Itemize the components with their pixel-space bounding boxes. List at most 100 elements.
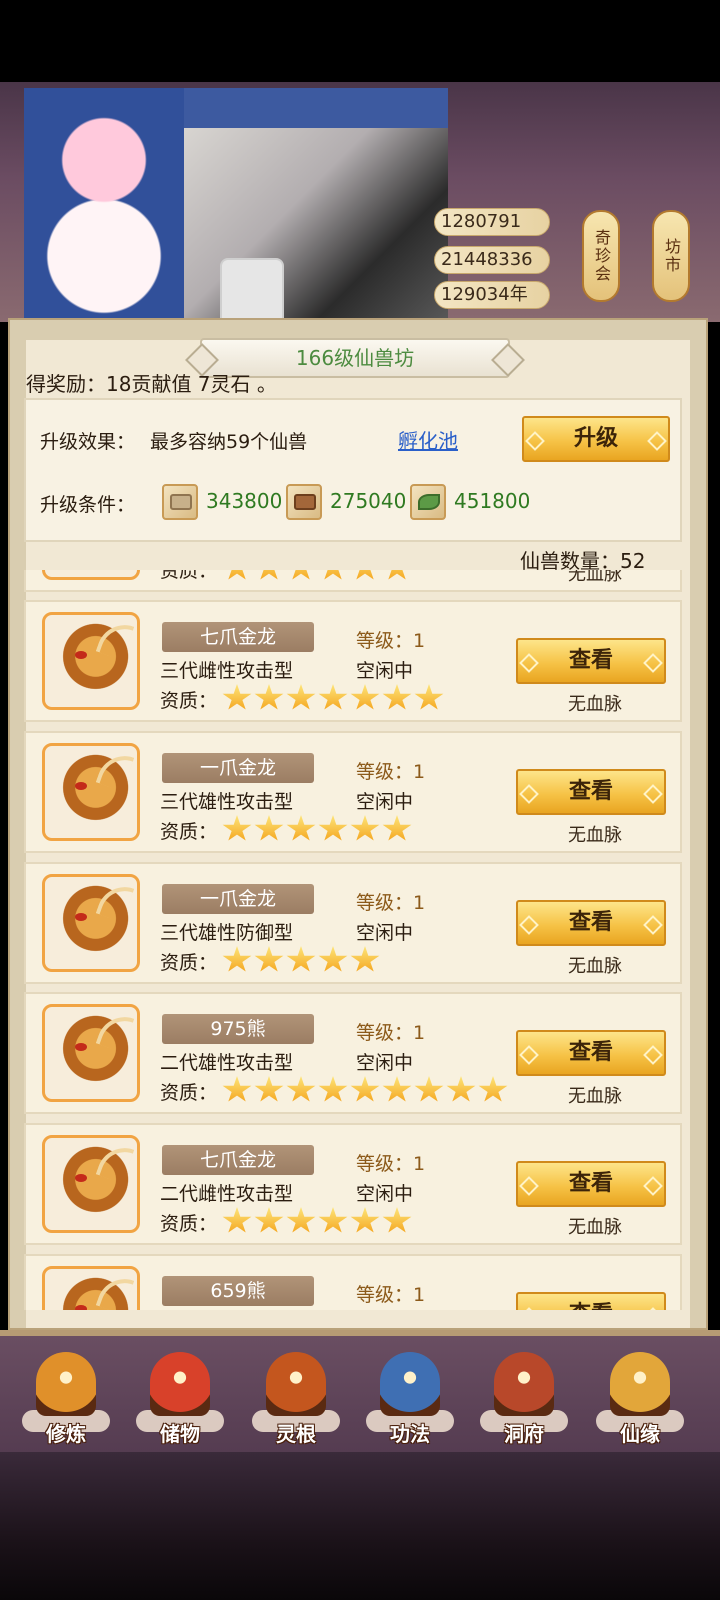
eye-shape: [75, 1043, 87, 1051]
beast-description: 三代雄性攻击型: [160, 791, 294, 813]
nav-label: 修炼: [46, 1422, 86, 1446]
quality-stars: [222, 815, 414, 845]
beast-card[interactable]: 975熊 等级：1 二代雄性攻击型 空闲中 资质： 查看 无血脉: [24, 992, 682, 1114]
anime-girl-image: [24, 88, 184, 328]
star-icon: [382, 815, 412, 841]
quality-stars: [222, 570, 414, 584]
beast-level: 等级：1: [356, 761, 426, 783]
quality-label: 资质：: [160, 821, 218, 843]
dragon-avatar-icon: [42, 743, 140, 841]
star-icon: [350, 570, 380, 580]
quality-label: 资质：: [160, 1213, 218, 1235]
view-button[interactable]: 查看: [516, 1292, 666, 1310]
star-icon: [382, 1076, 412, 1102]
star-icon: [222, 1076, 252, 1102]
upgrade-button[interactable]: 升级: [522, 416, 670, 462]
star-icon: [286, 1207, 316, 1233]
beast-level: 等级：1: [356, 1022, 426, 1044]
eye-shape: [75, 782, 87, 790]
star-icon: [350, 946, 380, 972]
beast-name: 975熊: [162, 1014, 314, 1044]
star-icon: [254, 684, 284, 710]
status-area: [0, 0, 720, 82]
wood-material-icon: [286, 484, 322, 520]
nav-item-technique-book[interactable]: 功法: [362, 1348, 458, 1452]
upgrade-button-label: 升级: [573, 426, 618, 451]
view-button[interactable]: 查看: [516, 1161, 666, 1207]
beast-description: 三代雄性防御型: [160, 922, 294, 944]
beast-card[interactable]: 659熊 等级：1 查看: [24, 1254, 682, 1310]
immortal-fate-icon: [610, 1352, 670, 1416]
beast-card[interactable]: 七爪金龙 等级：1 二代雌性攻击型 空闲中 资质： 查看 无血脉: [24, 1123, 682, 1245]
horn-shape: [95, 1140, 135, 1184]
nav-label: 仙缘: [620, 1422, 660, 1446]
nav-item-immortal-fate[interactable]: 仙缘: [592, 1348, 688, 1452]
bloodline-text: 无血脉: [568, 1217, 622, 1238]
beast-state: 空闲中: [356, 1052, 414, 1074]
beast-name: 一爪金龙: [162, 884, 314, 914]
beast-card[interactable]: 七爪金龙 等级：1 三代雌性攻击型 空闲中 资质： 查看 无血脉: [24, 600, 682, 722]
resource-value-2: 21448336: [434, 246, 550, 274]
beast-list[interactable]: 资质： 无血脉 七爪金龙 等级：1 三代雌性攻击型 空闲中 资质： 查看 无血脉…: [24, 570, 684, 1310]
star-icon: [382, 684, 412, 710]
quality-label: 资质：: [160, 690, 218, 712]
star-icon: [350, 1076, 380, 1102]
bloodline-text: 无血脉: [568, 956, 622, 977]
eye-shape: [75, 651, 87, 659]
beast-level: 等级：1: [356, 630, 426, 652]
star-icon: [222, 684, 252, 710]
quality-label: 资质：: [160, 1082, 218, 1104]
market-button[interactable]: 坊市: [652, 210, 690, 302]
nav-item-cave-palace[interactable]: 洞府: [476, 1348, 572, 1452]
nav-item-cultivate[interactable]: 修炼: [18, 1348, 114, 1452]
resource-value-1: 1280791: [434, 208, 550, 236]
material-amount-1: 343800: [206, 489, 283, 513]
eye-shape: [75, 913, 87, 921]
star-icon: [318, 1076, 348, 1102]
star-icon: [350, 684, 380, 710]
view-button-label: 查看: [568, 648, 613, 673]
hatch-pool-link[interactable]: 孵化池: [398, 425, 458, 454]
star-icon: [318, 684, 348, 710]
star-icon: [222, 570, 252, 580]
resource-value-3: 129034年: [434, 281, 550, 309]
horn-shape: [95, 1009, 135, 1053]
nav-item-spirit-root[interactable]: 灵根: [248, 1348, 344, 1452]
nav-item-storage-bag[interactable]: 储物: [132, 1348, 228, 1452]
view-button[interactable]: 查看: [516, 638, 666, 684]
beast-description: 二代雌性攻击型: [160, 1183, 294, 1205]
view-button[interactable]: 查看: [516, 769, 666, 815]
star-icon: [350, 815, 380, 841]
dragon-avatar-icon: [42, 1004, 140, 1102]
treasure-fair-button[interactable]: 奇珍会: [582, 210, 620, 302]
dragon-avatar-icon: [42, 612, 140, 710]
nav-label: 功法: [390, 1422, 430, 1446]
horn-shape: [95, 617, 135, 661]
material-amount-2: 275040: [330, 489, 407, 513]
view-button-label: 查看: [568, 1171, 613, 1196]
cave-palace-icon: [494, 1352, 554, 1416]
nav-label: 灵根: [276, 1422, 316, 1446]
storage-bag-icon: [150, 1352, 210, 1416]
view-button[interactable]: 查看: [516, 1030, 666, 1076]
material-amount-3: 451800: [454, 489, 531, 513]
dragon-avatar-icon: [42, 1135, 140, 1233]
star-icon: [382, 570, 412, 580]
beast-state: 空闲中: [356, 660, 414, 682]
star-icon: [414, 1076, 444, 1102]
horn-shape: [95, 1271, 135, 1310]
star-icon: [318, 1207, 348, 1233]
beast-card[interactable]: 一爪金龙 等级：1 三代雄性攻击型 空闲中 资质： 查看 无血脉: [24, 731, 682, 853]
spirit-root-icon: [266, 1352, 326, 1416]
view-button[interactable]: 查看: [516, 900, 666, 946]
upgrade-effect-value: 最多容纳59个仙兽: [150, 431, 308, 453]
video-overlay[interactable]: [24, 88, 448, 328]
star-icon: [254, 1076, 284, 1102]
view-button-label: 查看: [569, 1302, 613, 1310]
quality-stars: [222, 946, 382, 976]
upgrade-condition-label: 升级条件：: [40, 494, 136, 516]
view-button-label: 查看: [568, 779, 613, 804]
beast-card-partial[interactable]: 资质： 无血脉: [24, 570, 682, 592]
beast-card[interactable]: 一爪金龙 等级：1 三代雄性防御型 空闲中 资质： 查看 无血脉: [24, 862, 682, 984]
quality-stars: [222, 1207, 414, 1237]
